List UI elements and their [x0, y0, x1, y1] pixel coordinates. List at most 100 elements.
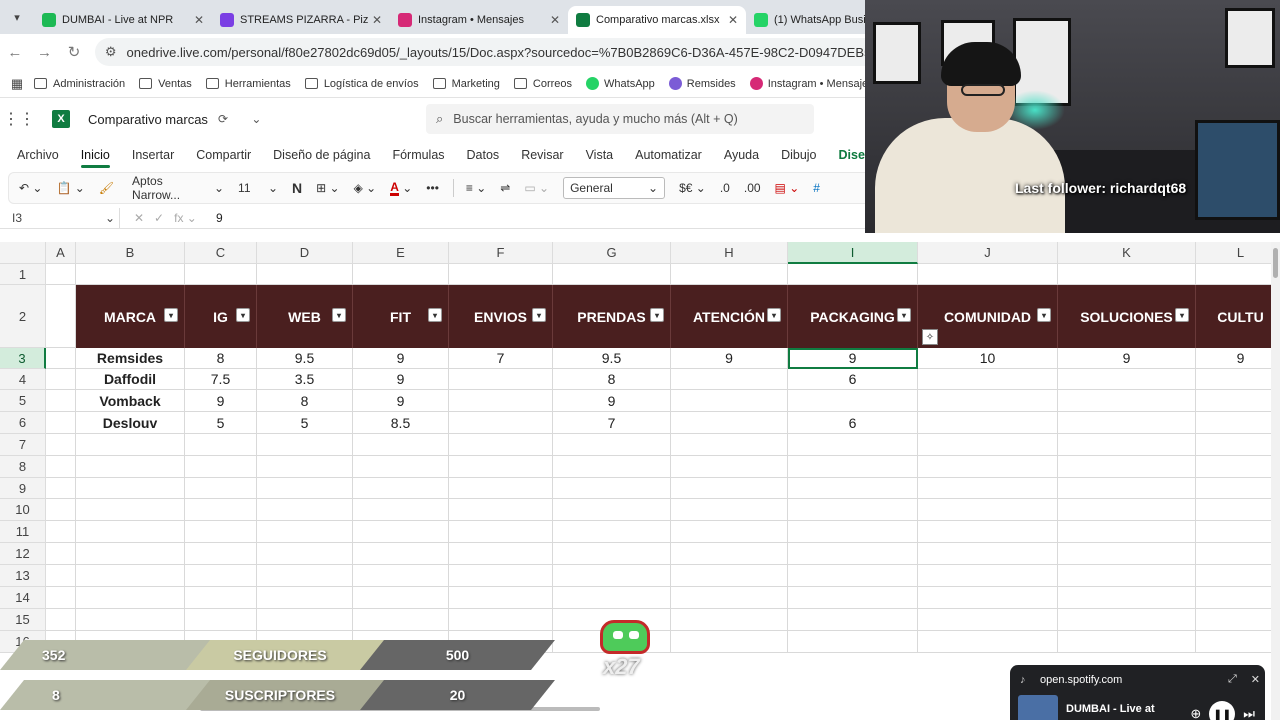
cell[interactable]: [671, 499, 788, 521]
cell[interactable]: [46, 521, 76, 543]
close-icon[interactable]: ✕: [1251, 673, 1260, 686]
cell[interactable]: [671, 587, 788, 609]
score-cell[interactable]: 5: [257, 412, 353, 434]
formula-input[interactable]: 9: [216, 211, 223, 225]
cell[interactable]: [553, 587, 671, 609]
reload-button[interactable]: ↻: [59, 43, 89, 61]
cell[interactable]: [46, 264, 76, 285]
cell[interactable]: [788, 609, 918, 631]
row-header[interactable]: 10: [0, 499, 46, 521]
table-header-cell[interactable]: PACKAGING ▾: [788, 285, 918, 348]
cell[interactable]: [553, 565, 671, 587]
cell[interactable]: [353, 543, 449, 565]
cell[interactable]: [553, 264, 671, 285]
cell[interactable]: [553, 543, 671, 565]
sync-icon[interactable]: ⟳ ⌄: [218, 112, 261, 126]
cell[interactable]: [257, 521, 353, 543]
table-header-cell[interactable]: ATENCIÓN ▾: [671, 285, 788, 348]
score-cell[interactable]: 8.5: [353, 412, 449, 434]
ribbon-tab[interactable]: Dibujo: [781, 148, 816, 162]
bookmark-item[interactable]: Administración: [34, 77, 125, 90]
ribbon-tab[interactable]: Revisar: [521, 148, 563, 162]
score-cell[interactable]: [1058, 390, 1196, 412]
tab-close-icon[interactable]: ✕: [372, 13, 382, 27]
wrap-text-icon[interactable]: ⇌: [500, 181, 510, 195]
brand-cell[interactable]: Daffodil: [76, 369, 185, 390]
browser-tab[interactable]: Comparativo marcas.xlsx ✕: [568, 6, 746, 34]
cell[interactable]: [788, 456, 918, 478]
table-header-cell[interactable]: PRENDAS ▾: [553, 285, 671, 348]
cell[interactable]: [76, 587, 185, 609]
score-cell[interactable]: [1058, 369, 1196, 390]
cell[interactable]: [788, 478, 918, 499]
cell[interactable]: [76, 609, 185, 631]
cell[interactable]: [76, 456, 185, 478]
ribbon-tab[interactable]: Insertar: [132, 148, 174, 162]
score-cell[interactable]: 9.5: [257, 348, 353, 369]
cell[interactable]: [46, 587, 76, 609]
cell[interactable]: [449, 434, 553, 456]
cell[interactable]: [671, 609, 788, 631]
cell[interactable]: [353, 521, 449, 543]
select-all-corner[interactable]: [0, 242, 46, 264]
number-format-select[interactable]: General ⌄: [563, 177, 666, 199]
cell[interactable]: [185, 434, 257, 456]
score-cell[interactable]: [449, 369, 553, 390]
cell[interactable]: [918, 587, 1058, 609]
number-format-icon[interactable]: N: [292, 180, 302, 196]
cell[interactable]: [185, 499, 257, 521]
row-header[interactable]: 9: [0, 478, 46, 499]
cell[interactable]: [918, 434, 1058, 456]
cell[interactable]: [353, 609, 449, 631]
score-cell[interactable]: 9: [671, 348, 788, 369]
cell[interactable]: [1058, 565, 1196, 587]
cell[interactable]: [353, 587, 449, 609]
column-header[interactable]: E: [353, 242, 449, 264]
score-cell[interactable]: 8: [553, 369, 671, 390]
cell[interactable]: [553, 434, 671, 456]
cell[interactable]: [185, 478, 257, 499]
cell[interactable]: [449, 609, 553, 631]
score-cell[interactable]: [1196, 390, 1280, 412]
cell[interactable]: [1058, 478, 1196, 499]
table-header-cell[interactable]: CULTU: [1196, 285, 1280, 348]
forward-button[interactable]: →: [30, 44, 60, 61]
apps-icon[interactable]: ▦: [0, 76, 34, 92]
column-header[interactable]: C: [185, 242, 257, 264]
row-header[interactable]: 15: [0, 609, 46, 631]
cell[interactable]: [1058, 434, 1196, 456]
score-cell[interactable]: 9: [553, 390, 671, 412]
cell[interactable]: [76, 521, 185, 543]
font-color-icon[interactable]: A ⌄: [390, 181, 412, 196]
cell[interactable]: [788, 631, 918, 653]
score-cell[interactable]: 7: [553, 412, 671, 434]
filter-dropdown-icon[interactable]: ▾: [650, 308, 664, 322]
cell[interactable]: [449, 499, 553, 521]
cell[interactable]: [76, 543, 185, 565]
score-cell[interactable]: 9: [353, 390, 449, 412]
pause-button[interactable]: ❚❚: [1209, 701, 1236, 720]
format-painter-icon[interactable]: 🖌: [99, 181, 114, 195]
cell[interactable]: [257, 434, 353, 456]
bookmark-item[interactable]: Ventas: [139, 77, 192, 90]
site-info-icon[interactable]: ⚙: [105, 44, 117, 60]
cell[interactable]: [76, 565, 185, 587]
align-icon[interactable]: ≡ ⌄: [466, 181, 486, 195]
ribbon-tab[interactable]: Archivo: [17, 148, 59, 162]
app-launcher-icon[interactable]: ⋮⋮: [0, 109, 38, 129]
score-cell[interactable]: 10: [918, 348, 1058, 369]
increase-decimal-icon[interactable]: .00: [744, 181, 761, 195]
score-cell[interactable]: [1196, 369, 1280, 390]
borders-icon[interactable]: ⊞ ⌄: [316, 181, 339, 195]
ribbon-tab[interactable]: Vista: [586, 148, 614, 162]
cell[interactable]: [918, 609, 1058, 631]
cell[interactable]: [353, 499, 449, 521]
cell[interactable]: [1196, 499, 1280, 521]
bookmark-item[interactable]: WhatsApp: [586, 77, 655, 90]
cell[interactable]: [185, 521, 257, 543]
cell[interactable]: [788, 264, 918, 285]
score-cell[interactable]: [671, 412, 788, 434]
cell[interactable]: [46, 412, 76, 434]
score-cell[interactable]: 9: [185, 390, 257, 412]
cell[interactable]: [671, 521, 788, 543]
